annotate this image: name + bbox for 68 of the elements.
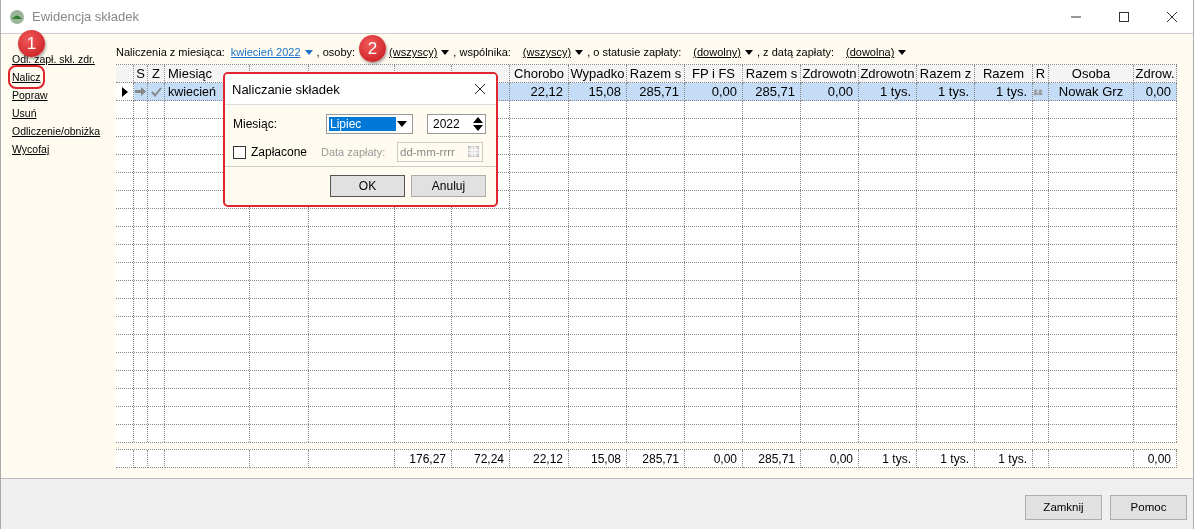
table-cell: 285,71 [743,83,801,101]
column-header[interactable]: Zdrow. [1134,65,1177,83]
filter-dropdown[interactable]: (wszyscy) [522,46,584,58]
filter-dropdown[interactable]: (dowolna) [846,46,907,58]
column-header[interactable]: FP i FS [685,65,743,83]
table-cell: 1 tys. [975,83,1033,101]
dialog-button[interactable]: OK [330,175,405,197]
filter-dropdown[interactable]: kwiecień 2022 [230,46,313,58]
check-icon [150,86,162,97]
column-header[interactable]: Razem z [917,65,975,83]
sidebar-link[interactable]: Usuń [12,105,37,121]
filter-label: , o statusie zapłaty: [587,46,682,58]
sidebar-link[interactable]: Popraw [12,87,48,103]
total-cell: 0,00 [801,450,859,468]
total-cell: 0,00 [685,450,743,468]
column-header[interactable]: S [134,65,148,83]
column-header[interactable]: Osoba [1049,65,1134,83]
row-pointer-icon [121,86,128,97]
field-label: Data zapłaty: [321,146,387,158]
table-cell: 15,08 [569,83,627,101]
table-cell: 22,12 [510,83,569,101]
dialog-button[interactable]: Pomoc [1110,494,1187,520]
total-cell: 1 tys. [975,450,1033,468]
column-header[interactable]: Razem s [627,65,685,83]
total-cell: 176,27 [395,450,452,468]
total-cell: 22,12 [510,450,569,468]
total-cell: 15,08 [569,450,627,468]
close-icon[interactable] [1166,10,1178,23]
sidebar-link[interactable]: Wycofaj [12,141,50,157]
table-cell: 0,00 [685,83,743,101]
filter-label: , osoby: [316,46,356,58]
table-cell: 0,00 [801,83,859,101]
filter-label: Naliczenia z miesiąca: [116,46,225,58]
total-cell: 72,24 [452,450,510,468]
window-title: Ewidencja składek [32,9,139,24]
column-header[interactable]: Wypadko [569,65,627,83]
month-dropdown[interactable]: Lipiec [326,114,413,134]
column-header[interactable]: Razem s [743,65,801,83]
table-cell: 1 tys. [917,83,975,101]
filter-dropdown[interactable]: (wszyscy) [389,46,450,58]
filter-label: , z datą zapłaty: [757,46,835,58]
close-icon[interactable] [474,83,486,95]
total-cell: 285,71 [743,450,801,468]
dialog-button[interactable]: Anuluj [411,175,486,197]
column-header[interactable]: Zdrowotn [801,65,859,83]
column-header[interactable]: R [1033,65,1049,83]
column-header[interactable]: Z [148,65,165,83]
total-cell: 0,00 [1134,450,1177,468]
filter-label: , wspólnika: [453,46,511,58]
sidebar-link[interactable]: Odliczenie/obniżka [12,123,101,139]
total-cell: 1 tys. [859,450,917,468]
people-icon [1033,87,1043,96]
column-header[interactable]: Zdrowotn [859,65,917,83]
table-cell: 0,00 [1134,83,1177,101]
year-spinner[interactable]: 2022 [427,114,486,134]
field-label: Miesiąc: [233,117,278,131]
total-cell: 1 tys. [917,450,975,468]
column-header[interactable]: Razem [975,65,1033,83]
maximize-icon[interactable] [1118,10,1130,23]
table-cell: 285,71 [627,83,685,101]
total-cell: 285,71 [627,450,685,468]
table-cell: Nowak Grz [1049,83,1134,101]
table-cell: 1 tys. [859,83,917,101]
dialog-button[interactable]: Zamknij [1025,494,1102,520]
app-logo-icon [9,8,25,25]
filter-dropdown[interactable]: (dowolny) [693,46,753,58]
column-header[interactable]: Chorobo [510,65,569,83]
paid-checkbox[interactable]: Zapłacone [233,145,321,159]
